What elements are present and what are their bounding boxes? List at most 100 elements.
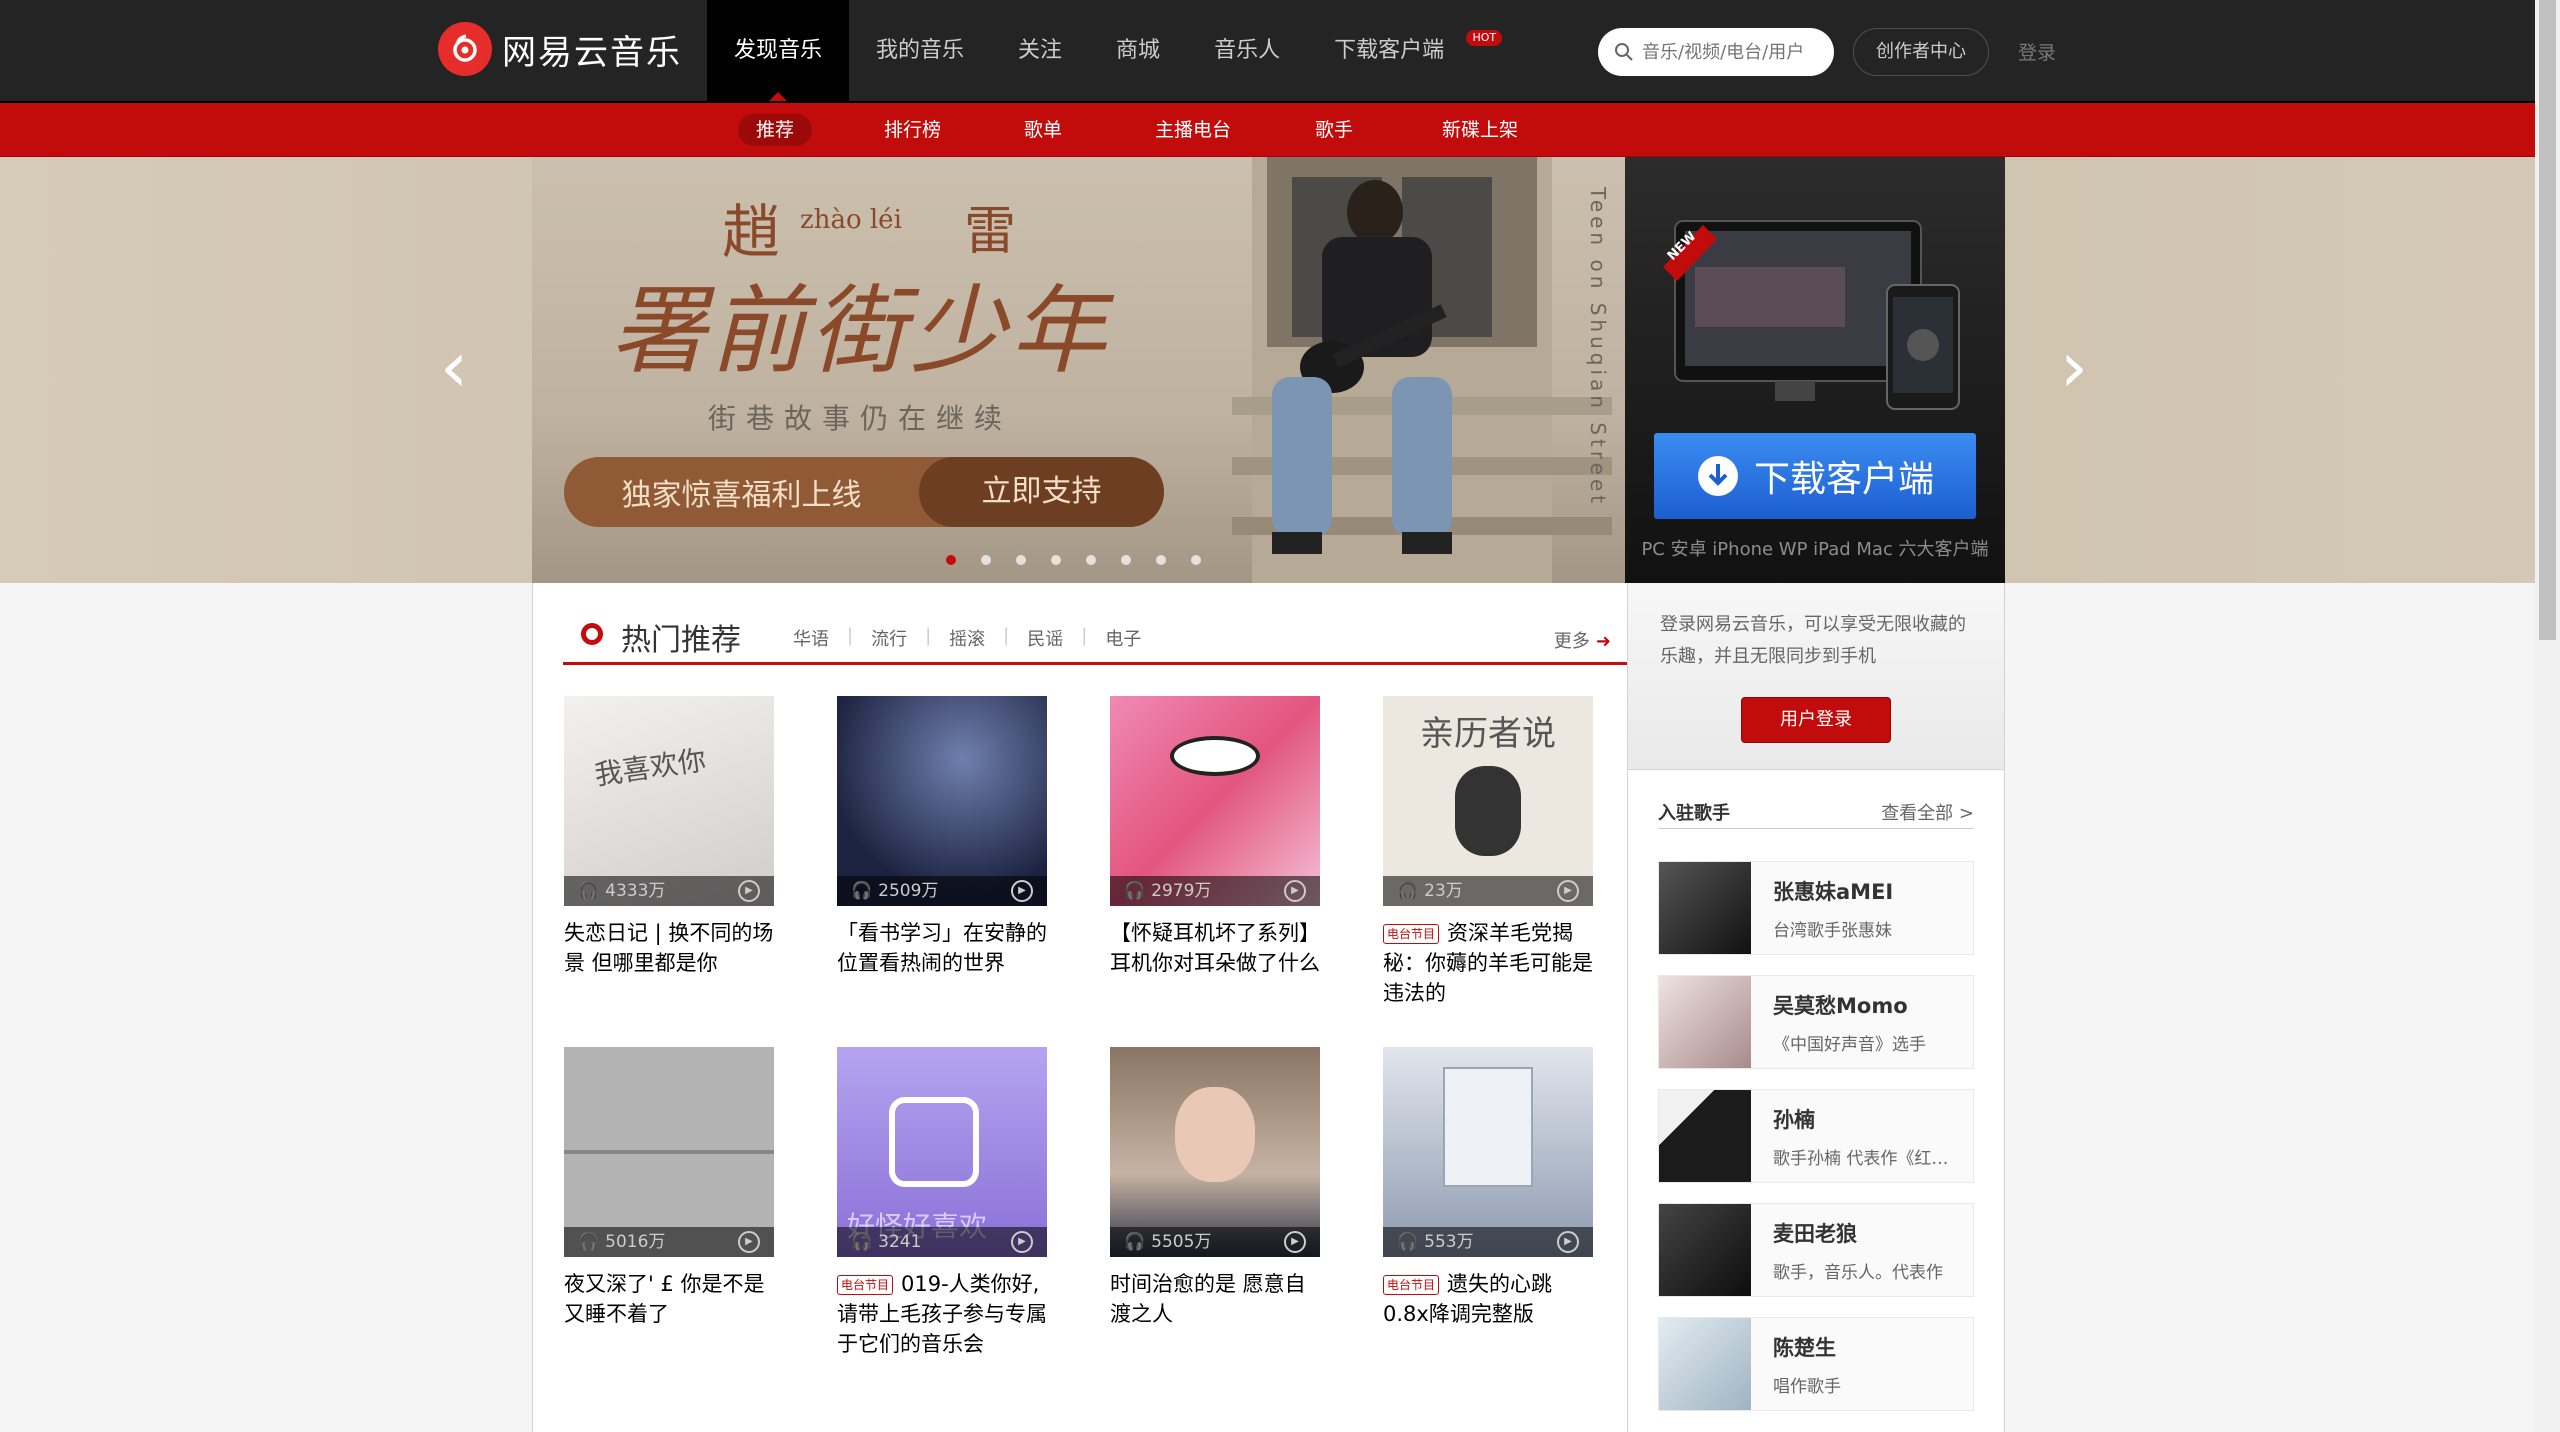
playlist-card[interactable]: 🎧 5016万 ▶ 夜又深了' £ 你是不是又睡不着了 <box>564 1047 774 1329</box>
play-icon[interactable]: ▶ <box>1011 1231 1033 1253</box>
hot-badge: HOT <box>1466 30 1503 46</box>
singer-name: 陈楚生 <box>1773 1336 1836 1360</box>
playlist-cover[interactable]: 我喜欢你 🎧 4333万 ▶ <box>564 696 774 906</box>
play-count-bar: 🎧 2979万 ▶ <box>1110 876 1320 906</box>
hot-recommend-title[interactable]: 热门推荐 <box>621 615 741 659</box>
subnav-recommend[interactable]: 推荐 <box>738 114 813 146</box>
page-root: 网易云音乐 发现音乐 我的音乐 关注 商城 音乐人 下载客户端 HOT 创作者中… <box>0 0 2560 1432</box>
playlist-title[interactable]: 夜又深了' £ 你是不是又睡不着了 <box>564 1269 774 1329</box>
subnav-charts[interactable]: 排行榜 <box>866 114 959 146</box>
more-link[interactable]: 更多 ➜ <box>1554 627 1611 653</box>
playlist-cover[interactable]: 🎧 2979万 ▶ <box>1110 696 1320 906</box>
play-icon[interactable]: ▶ <box>1284 880 1306 902</box>
banner-promo[interactable]: 独家惊喜福利上线 立即支持 <box>564 457 1164 527</box>
playlist-title[interactable]: 电台节目 019-人类你好,请带上毛孩子参与专属于它们的音乐会 <box>837 1269 1047 1359</box>
nav-store[interactable]: 商城 <box>1089 0 1187 101</box>
search-box[interactable] <box>1598 28 1834 76</box>
login-link[interactable]: 登录 <box>2018 38 2056 65</box>
playlist-card[interactable]: 🎧 2979万 ▶ 【怀疑耳机坏了系列】耳机你对耳朵做了什么 <box>1110 696 1320 978</box>
playlist-cover[interactable]: 好怪好喜欢 🎧3241▶ <box>837 1047 1047 1257</box>
login-prompt-text: 登录网易云音乐，可以享受无限收藏的乐趣，并且无限同步到手机 <box>1660 614 1966 667</box>
play-icon[interactable]: ▶ <box>1557 880 1579 902</box>
creator-center-button[interactable]: 创作者中心 <box>1853 28 1989 76</box>
cup-icon <box>889 1097 979 1187</box>
genre-tag[interactable]: 流行 <box>871 625 907 651</box>
banner-dot[interactable] <box>946 555 956 565</box>
singer-item[interactable]: 张惠妹aMEI 台湾歌手张惠妹 <box>1658 861 1974 955</box>
nav-follow[interactable]: 关注 <box>991 0 1089 101</box>
banner-image[interactable]: 趙 zhào léi 雷 署前街少年 街巷故事仍在继续 Teen on Shuq… <box>532 157 1625 583</box>
nav-download[interactable]: 下载客户端 HOT <box>1307 0 1504 101</box>
singer-item[interactable]: 麦田老狼 歌手，音乐人。代表作 <box>1658 1203 1974 1297</box>
play-icon[interactable]: ▶ <box>738 880 760 902</box>
subnav-new-albums[interactable]: 新碟上架 <box>1424 114 1536 146</box>
play-count: 5505万 <box>1151 1232 1212 1252</box>
playlist-card[interactable]: 我喜欢你 🎧 4333万 ▶ 失恋日记 | 换不同的场景 但哪里都是你 <box>564 696 774 978</box>
banner-next-arrow[interactable]: › <box>2060 332 2088 402</box>
download-client-button[interactable]: 下载客户端 <box>1654 433 1976 519</box>
play-count: 23万 <box>1424 881 1463 901</box>
playlist-card[interactable]: 🎧 2509万 ▶ 「看书学习」在安静的位置看热闹的世界 <box>837 696 1047 978</box>
banner-dot[interactable] <box>1156 555 1166 565</box>
headphone-icon: 🎧 <box>851 881 873 901</box>
playlist-card[interactable]: 亲历者说 🎧 23万 ▶ 电台节目 资深羊毛党揭秘：你薅的羊毛可能是违法的 <box>1383 696 1593 1008</box>
playlist-card[interactable]: 🎧 5505万 ▶ 时间治愈的是 愿意自渡之人 <box>1110 1047 1320 1329</box>
playlist-title[interactable]: 电台节目 遗失的心跳0.8x降调完整版 <box>1383 1269 1593 1329</box>
hot-recommend-header: 热门推荐 华语 | 流行 | 摇滚 | 民谣 | 电子 更多 ➜ <box>563 613 1627 665</box>
singer-item[interactable]: 吴莫愁Momo 《中国好声音》选手 <box>1658 975 1974 1069</box>
play-icon[interactable]: ▶ <box>1284 1231 1306 1253</box>
playlist-cover[interactable]: 🎧 2509万 ▶ <box>837 696 1047 906</box>
subnav-playlists[interactable]: 歌单 <box>1006 114 1080 146</box>
genre-tag[interactable]: 摇滚 <box>949 625 985 651</box>
left-column: 热门推荐 华语 | 流行 | 摇滚 | 民谣 | 电子 更多 ➜ 我喜欢你 🎧 4333万 ▶… <box>533 583 1627 1432</box>
playlist-title[interactable]: 电台节目 资深羊毛党揭秘：你薅的羊毛可能是违法的 <box>1383 918 1593 1008</box>
playlist-card[interactable]: 🎧 553万 ▶ 电台节目 遗失的心跳0.8x降调完整版 <box>1383 1047 1593 1329</box>
play-count: 2979万 <box>1151 881 1212 901</box>
genre-tag[interactable]: 华语 <box>793 625 829 651</box>
site-logo[interactable]: 网易云音乐 <box>438 22 682 76</box>
scrollbar-thumb[interactable] <box>2539 0 2556 640</box>
play-icon[interactable]: ▶ <box>738 1231 760 1253</box>
playlist-cover[interactable]: 🎧 553万 ▶ <box>1383 1047 1593 1257</box>
playlist-card[interactable]: 好怪好喜欢 🎧3241▶ 电台节目019-人类你好,请带上毛孩子参与专属于它们的… <box>837 1047 1047 1359</box>
banner-dot[interactable] <box>1191 555 1201 565</box>
banner-dot[interactable] <box>1051 555 1061 565</box>
play-icon[interactable]: ▶ <box>1011 880 1033 902</box>
playlist-title[interactable]: 【怀疑耳机坏了系列】耳机你对耳朵做了什么 <box>1110 918 1320 978</box>
banner-dot[interactable] <box>1086 555 1096 565</box>
banner-prev-arrow[interactable]: ‹ <box>440 332 468 402</box>
singer-item[interactable]: 孙楠 歌手孙楠 代表作《红旗飘飘》 <box>1658 1089 1974 1183</box>
subnav-artists[interactable]: 歌手 <box>1297 114 1371 146</box>
banner-dot[interactable] <box>1121 555 1131 565</box>
play-count-bar: 🎧 5505万 ▶ <box>1110 1227 1320 1257</box>
nav-download-label: 下载客户端 <box>1334 38 1445 63</box>
play-count: 5016万 <box>605 1232 666 1252</box>
playlist-cover[interactable]: 亲历者说 🎧 23万 ▶ <box>1383 696 1593 906</box>
play-icon[interactable]: ▶ <box>1557 1231 1579 1253</box>
view-all-singers-link[interactable]: 查看全部 > <box>1881 799 1974 825</box>
genre-tag[interactable]: 电子 <box>1105 625 1141 651</box>
banner-dot[interactable] <box>981 555 991 565</box>
playlist-title[interactable]: 失恋日记 | 换不同的场景 但哪里都是你 <box>564 918 774 978</box>
nav-my-music[interactable]: 我的音乐 <box>849 0 991 101</box>
playlist-title[interactable]: 时间治愈的是 愿意自渡之人 <box>1110 1269 1320 1329</box>
download-icon <box>1697 456 1738 496</box>
page-scrollbar[interactable] <box>2535 0 2560 1432</box>
play-count-bar: 🎧 553万 ▶ <box>1383 1227 1593 1257</box>
playlist-cover[interactable]: 🎧 5016万 ▶ <box>564 1047 774 1257</box>
nav-discover[interactable]: 发现音乐 <box>707 0 850 101</box>
singer-avatar <box>1659 1204 1751 1296</box>
tag-separator: | <box>925 625 932 646</box>
nav-musician[interactable]: 音乐人 <box>1187 0 1307 101</box>
banner-dot[interactable] <box>1016 555 1026 565</box>
singer-item[interactable]: 陈楚生 唱作歌手 <box>1658 1317 1974 1411</box>
search-input[interactable] <box>1642 41 1822 63</box>
main-nav: 发现音乐 我的音乐 关注 商城 音乐人 下载客户端 HOT <box>707 0 1504 101</box>
radio-program-badge: 电台节目 <box>1383 1275 1440 1295</box>
user-login-button[interactable]: 用户登录 <box>1741 697 1891 743</box>
playlist-title[interactable]: 「看书学习」在安静的位置看热闹的世界 <box>837 918 1047 978</box>
playlist-cover[interactable]: 🎧 5505万 ▶ <box>1110 1047 1320 1257</box>
subnav-radio[interactable]: 主播电台 <box>1137 114 1249 146</box>
genre-tag[interactable]: 民谣 <box>1027 625 1063 651</box>
singer-name: 孙楠 <box>1773 1108 1815 1132</box>
